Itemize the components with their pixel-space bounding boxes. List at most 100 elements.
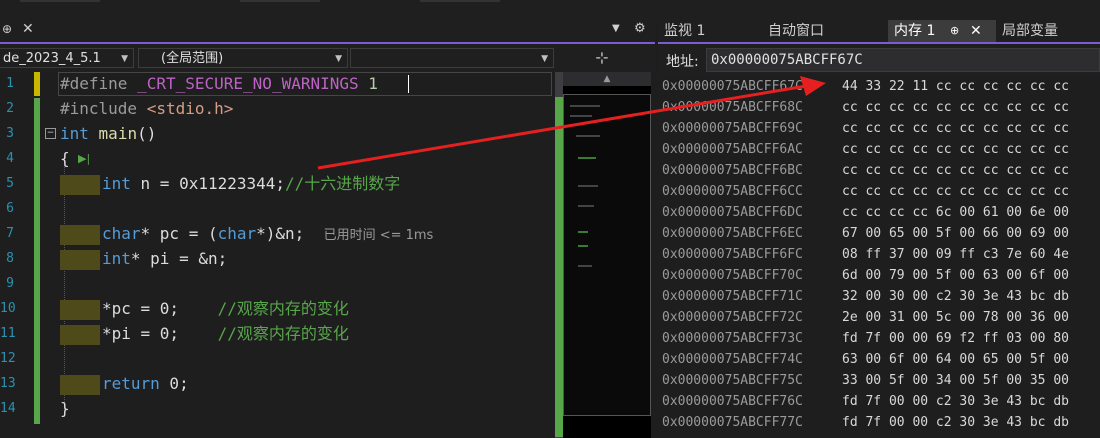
memory-row[interactable]: 0x00000075ABCFF6AC cc cc cc cc cc cc cc c… xyxy=(662,139,1069,160)
scroll-up-icon[interactable]: ▲ xyxy=(563,72,651,86)
memory-row-bytes[interactable]: cc cc cc cc cc cc cc cc cc cc xyxy=(842,160,1069,181)
memory-row[interactable]: 0x00000075ABCFF76C fd 7f 00 00 c2 30 3e 4… xyxy=(662,391,1069,412)
address-input[interactable]: 0x00000075ABCFF67C xyxy=(706,48,1100,72)
change-bar-unsaved xyxy=(34,72,40,96)
memory-row[interactable]: 0x00000075ABCFF77C fd 7f 00 00 c2 30 3e 4… xyxy=(662,412,1069,433)
memory-row[interactable]: 0x00000075ABCFF70C 6d 00 79 00 5f 00 63 0… xyxy=(662,265,1069,286)
member-combo[interactable]: ▼ xyxy=(350,48,554,68)
scope-combo-value: (全局范围) xyxy=(161,51,224,66)
line-number: 13 xyxy=(0,376,16,391)
memory-row-bytes[interactable]: 63 00 6f 00 64 00 65 00 5f 00 xyxy=(842,349,1069,370)
code-editor[interactable]: 1 2 3 4 5 6 7 8 9 10 11 12 13 14 − #defi… xyxy=(0,72,555,438)
tab-list-dropdown-icon[interactable]: ▼ xyxy=(612,23,620,34)
memory-row[interactable]: 0x00000075ABCFF69C cc cc cc cc cc cc cc c… xyxy=(662,118,1069,139)
code-token: int xyxy=(102,174,131,193)
project-combo[interactable]: de_2023_4_5.1 ▼ xyxy=(0,48,134,68)
code-line-10: *pc = 0; //观察内存的变化 xyxy=(60,297,349,321)
memory-row-bytes[interactable]: cc cc cc cc cc cc cc cc cc cc xyxy=(842,181,1069,202)
code-token: char xyxy=(217,224,257,243)
minimap-viewport[interactable] xyxy=(563,94,651,416)
memory-row-bytes[interactable]: 2e 00 31 00 5c 00 78 00 36 00 xyxy=(842,307,1069,328)
memory-row-bytes[interactable]: 33 00 5f 00 34 00 5f 00 35 00 xyxy=(842,370,1069,391)
perf-tip-elapsed[interactable]: 已用时间 <= 1ms xyxy=(324,228,434,243)
pin-icon[interactable]: ⊕ xyxy=(950,20,959,42)
memory-row-address: 0x00000075ABCFF6AC xyxy=(662,142,803,157)
code-token: int xyxy=(102,249,131,268)
memory-row-address: 0x00000075ABCFF6EC xyxy=(662,226,803,241)
line-number: 14 xyxy=(0,401,16,416)
memory-grid[interactable]: 0x00000075ABCFF67C 44 33 22 11 cc cc cc c… xyxy=(658,76,1100,438)
memory-row[interactable]: 0x00000075ABCFF6DC cc cc cc cc 6c 00 61 0… xyxy=(662,202,1069,223)
memory-row[interactable]: 0x00000075ABCFF72C 2e 00 31 00 5c 00 78 0… xyxy=(662,307,1069,328)
editor-scrollbar[interactable] xyxy=(555,72,563,438)
memory-row[interactable]: 0x00000075ABCFF75C 33 00 5f 00 34 00 5f 0… xyxy=(662,370,1069,391)
line-number: 6 xyxy=(6,201,14,216)
scrollbar-change-marker xyxy=(555,97,563,437)
tab-watch-1[interactable]: 监视 1 xyxy=(658,20,760,42)
line-number: 5 xyxy=(6,176,14,191)
split-editor-icon[interactable]: ⊹ xyxy=(590,48,614,68)
memory-row[interactable]: 0x00000075ABCFF6CC cc cc cc cc cc cc cc c… xyxy=(662,181,1069,202)
memory-row[interactable]: 0x00000075ABCFF73C fd 7f 00 00 69 f2 ff 0… xyxy=(662,328,1069,349)
memory-row-address: 0x00000075ABCFF76C xyxy=(662,394,803,409)
title-strip xyxy=(0,0,1100,20)
memory-row-address: 0x00000075ABCFF70C xyxy=(662,268,803,283)
memory-row[interactable]: 0x00000075ABCFF6FC 08 ff 37 00 09 ff c3 7… xyxy=(662,244,1069,265)
editor-tab-bar: ⊕ ✕ ▼ ⚙ xyxy=(0,20,655,44)
memory-row[interactable]: 0x00000075ABCFF71C 32 00 30 00 c2 30 3e 4… xyxy=(662,286,1069,307)
memory-row[interactable]: 0x00000075ABCFF6EC 67 00 65 00 5f 00 66 0… xyxy=(662,223,1069,244)
code-token: () xyxy=(137,124,157,143)
tab-autos[interactable]: 自动窗口 xyxy=(762,20,886,42)
code-line-4: { xyxy=(60,147,70,171)
line-number: 1 xyxy=(6,76,14,91)
line-number: 10 xyxy=(0,301,16,316)
memory-row-bytes[interactable]: 44 33 22 11 cc cc cc cc cc cc xyxy=(842,76,1069,97)
chevron-down-icon: ▼ xyxy=(121,54,128,64)
tab-locals[interactable]: 局部变量 xyxy=(996,20,1100,42)
chevron-down-icon: ▼ xyxy=(335,54,342,64)
minimap-line xyxy=(578,245,588,247)
indent-highlight xyxy=(60,324,100,345)
change-bar-saved xyxy=(34,98,40,424)
memory-row-address: 0x00000075ABCFF69C xyxy=(662,121,803,136)
memory-row-address: 0x00000075ABCFF67C xyxy=(662,79,803,94)
memory-row-bytes[interactable]: cc cc cc cc cc cc cc cc cc cc xyxy=(842,118,1069,139)
code-token: } xyxy=(60,399,70,418)
memory-row-bytes[interactable]: 67 00 65 00 5f 00 66 00 69 00 xyxy=(842,223,1069,244)
memory-row-bytes[interactable]: fd 7f 00 00 c2 30 3e 43 bc db xyxy=(842,412,1069,433)
memory-row-bytes[interactable]: 6d 00 79 00 5f 00 63 00 6f 00 xyxy=(842,265,1069,286)
close-icon[interactable]: ✕ xyxy=(970,20,982,42)
minimap-line xyxy=(576,135,600,137)
memory-row-bytes[interactable]: cc cc cc cc 6c 00 61 00 6e 00 xyxy=(842,202,1069,223)
memory-row-bytes[interactable]: fd 7f 00 00 69 f2 ff 03 00 80 xyxy=(842,328,1069,349)
line-number: 9 xyxy=(6,276,14,291)
pin-icon[interactable]: ⊕ xyxy=(2,22,12,36)
memory-row[interactable]: 0x00000075ABCFF67C 44 33 22 11 cc cc cc c… xyxy=(662,76,1069,97)
code-token: int xyxy=(60,124,89,143)
memory-row-bytes[interactable]: fd 7f 00 00 c2 30 3e 43 bc db xyxy=(842,391,1069,412)
indent-highlight xyxy=(60,224,100,245)
line-number: 7 xyxy=(6,226,14,241)
close-icon[interactable]: ✕ xyxy=(22,21,34,37)
memory-row-bytes[interactable]: cc cc cc cc cc cc cc cc cc cc xyxy=(842,97,1069,118)
run-to-click-icon[interactable]: ▶| xyxy=(78,152,90,165)
indent-highlight xyxy=(60,299,100,320)
fold-toggle-icon[interactable]: − xyxy=(45,128,56,139)
gear-icon[interactable]: ⚙ xyxy=(634,21,646,36)
memory-row[interactable]: 0x00000075ABCFF74C 63 00 6f 00 64 00 65 0… xyxy=(662,349,1069,370)
code-token: n = 0x11223344; xyxy=(130,174,286,193)
code-minimap[interactable]: ▲ xyxy=(563,72,651,438)
code-comment: //十六进制数字 xyxy=(285,174,401,193)
code-token: { xyxy=(60,149,70,168)
memory-row-address: 0x00000075ABCFF75C xyxy=(662,373,803,388)
memory-row-bytes[interactable]: 32 00 30 00 c2 30 3e 43 bc db xyxy=(842,286,1069,307)
memory-row-bytes[interactable]: cc cc cc cc cc cc cc cc cc cc xyxy=(842,139,1069,160)
line-number: 2 xyxy=(6,101,14,116)
code-comment: //观察内存的变化 xyxy=(217,299,349,318)
memory-row[interactable]: 0x00000075ABCFF6BC cc cc cc cc cc cc cc c… xyxy=(662,160,1069,181)
tab-memory-1[interactable]: 内存 1 ⊕ ✕ xyxy=(888,20,996,42)
memory-row[interactable]: 0x00000075ABCFF68C cc cc cc cc cc cc cc c… xyxy=(662,97,1069,118)
memory-row-bytes[interactable]: 08 ff 37 00 09 ff c3 7e 60 4e xyxy=(842,244,1069,265)
scope-combo[interactable]: (全局范围) ▼ xyxy=(138,48,348,68)
code-token: <stdio.h> xyxy=(146,99,234,118)
